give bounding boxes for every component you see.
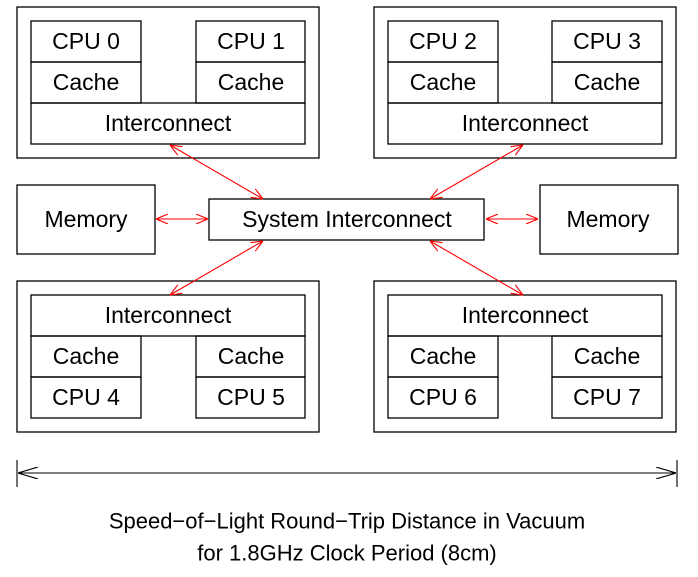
cpu-label: CPU 7: [573, 384, 641, 410]
link-arrow: [170, 145, 263, 199]
memory-label-left: Memory: [44, 206, 128, 232]
cache-label: Cache: [574, 69, 640, 95]
cpu-label: CPU 4: [52, 384, 120, 410]
cache-label: Cache: [218, 69, 284, 95]
cpu-label: CPU 3: [573, 28, 641, 54]
node-group-6-7: Interconnect Cache CPU 6 Cache CPU 7: [373, 280, 677, 433]
cache-label: Cache: [53, 343, 119, 369]
link-arrow: [430, 241, 523, 295]
cache-label: Cache: [574, 343, 640, 369]
interconnect-label: Interconnect: [462, 302, 589, 328]
cpu-label: CPU 6: [409, 384, 477, 410]
cache-label: Cache: [218, 343, 284, 369]
link-arrow: [430, 145, 523, 199]
interconnect-label: Interconnect: [105, 110, 232, 136]
node-group-0-1: CPU 0 Cache CPU 1 Cache Interconnect: [16, 6, 320, 159]
caption-line-2: for 1.8GHz Clock Period (8cm): [197, 541, 497, 566]
caption-line-1: Speed−of−Light Round−Trip Distance in Va…: [109, 509, 585, 534]
cpu-label: CPU 2: [409, 28, 477, 54]
cpu-interconnect-diagram: CPU 0 Cache CPU 1 Cache Interconnect CPU…: [16, 6, 679, 566]
cpu-label: CPU 5: [217, 384, 285, 410]
interconnect-label: Interconnect: [105, 302, 232, 328]
cpu-label: CPU 1: [217, 28, 285, 54]
cache-label: Cache: [53, 69, 119, 95]
node-group-4-5: Interconnect Cache CPU 4 Cache CPU 5: [16, 280, 320, 433]
system-interconnect-label: System Interconnect: [242, 206, 452, 232]
interconnect-label: Interconnect: [462, 110, 589, 136]
link-arrow: [170, 241, 263, 295]
cache-label: Cache: [410, 343, 476, 369]
cache-label: Cache: [410, 69, 476, 95]
memory-label-right: Memory: [566, 206, 650, 232]
cpu-label: CPU 0: [52, 28, 120, 54]
node-group-2-3: CPU 2 Cache CPU 3 Cache Interconnect: [373, 6, 677, 159]
